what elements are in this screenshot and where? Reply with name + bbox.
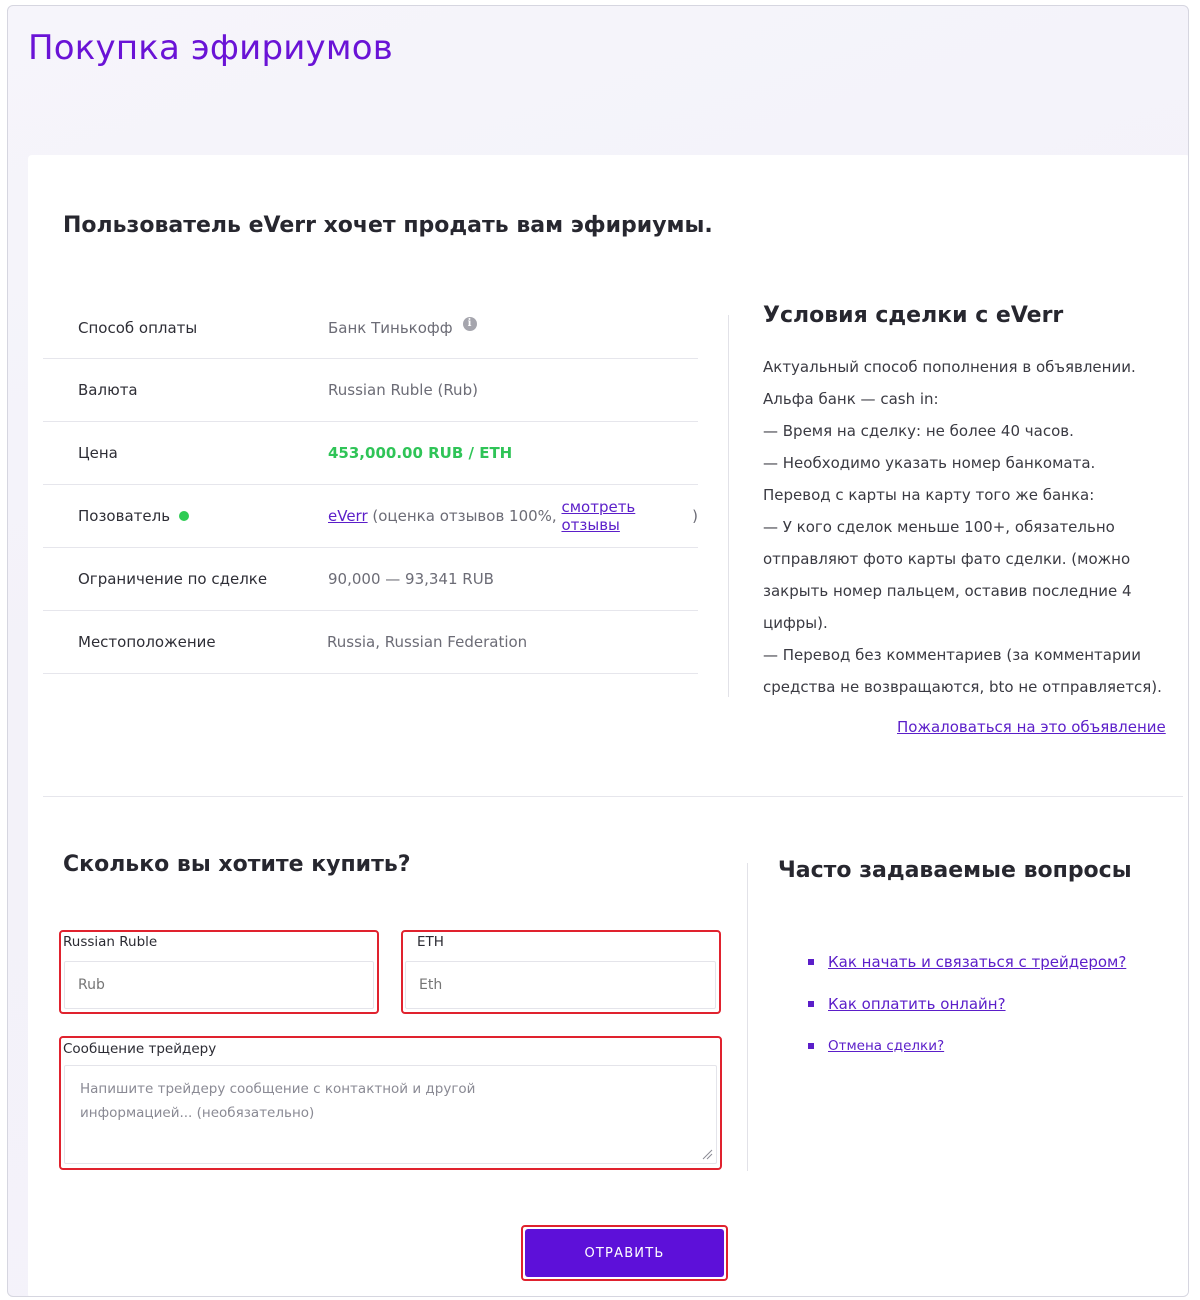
bullet-icon <box>808 1042 814 1049</box>
column-divider <box>728 315 729 697</box>
terms-heading: Условия сделки с eVerr <box>763 303 1064 328</box>
terms-body: Актуальный способ пополнения в объявлени… <box>763 351 1173 703</box>
user-label: Позователь <box>78 507 171 525</box>
limit-value: 90,000 — 93,341 RUB <box>328 570 494 588</box>
faq-heading: Часто задаваемые вопросы <box>778 858 1132 883</box>
payment-method-label: Способ оплаты <box>78 318 198 337</box>
user-value-wrap: eVerr (оценка отзывов 100%, смотреть отз… <box>328 498 698 534</box>
eth-field-group: ETH <box>401 930 721 1014</box>
currency-value: Russian Ruble (Rub) <box>328 381 478 399</box>
terms-line: — Перевод без комментариев (за комментар… <box>763 646 1162 696</box>
resize-handle-icon[interactable] <box>701 1148 713 1160</box>
terms-line: Перевод с карты на карту того же банка: <box>763 486 1095 504</box>
price-label: Цена <box>78 444 118 462</box>
location-label: Местоположение <box>78 633 216 651</box>
section-divider <box>43 796 1183 797</box>
detail-row-price: Цена 453,000.00 RUB / ETH <box>43 422 698 485</box>
page-title: Покупка эфириумов <box>28 28 393 68</box>
offer-heading: Пользователь eVerr хочет продать вам эфи… <box>63 213 713 238</box>
user-profile-link[interactable]: eVerr <box>328 507 368 525</box>
faq-link-cancel-deal[interactable]: Отмена сделки? <box>828 1038 944 1054</box>
faq-item: Как начать и связаться с трейдером? <box>808 951 1126 972</box>
user-label-wrap: Позователь <box>78 507 190 525</box>
info-icon[interactable]: i <box>462 316 477 331</box>
terms-line: — Время на сделку: не более 40 часов. <box>763 422 1074 440</box>
offer-card: Пользователь eVerr хочет продать вам эфи… <box>28 155 1188 1296</box>
message-field-group: Сообщение трейдеру Напишите трейдеру соо… <box>59 1036 722 1170</box>
submit-button-wrap: ОТРАВИТЬ <box>521 1225 728 1281</box>
message-textarea[interactable]: Напишите трейдеру сообщение с контактной… <box>64 1065 717 1164</box>
detail-row-payment-method: Способ оплаты Банк Тинькофф i <box>43 297 698 359</box>
terms-line: — У кого сделок меньше 100+, обязательно… <box>763 518 1132 632</box>
eth-amount-input[interactable] <box>405 961 716 1009</box>
faq-link-pay-online[interactable]: Как оплатить онлайн? <box>828 995 1006 1013</box>
detail-row-currency: Валюта Russian Ruble (Rub) <box>43 359 698 422</box>
faq-link-start[interactable]: Как начать и связаться с трейдером? <box>828 953 1126 971</box>
user-reviews-link[interactable]: смотреть отзывы <box>561 498 692 534</box>
faq-item: Как оплатить онлайн? <box>808 993 1126 1014</box>
faq-item: Отмена сделки? <box>808 1035 1126 1056</box>
message-placeholder: Напишите трейдеру сообщение с контактной… <box>80 1081 476 1121</box>
detail-row-user: Позователь eVerr (оценка отзывов 100%, с… <box>43 485 698 548</box>
bullet-icon <box>808 958 814 965</box>
terms-line: — Необходимо указать номер банкомата. <box>763 454 1096 472</box>
detail-row-location: Местоположение Russia, Russian Federatio… <box>43 611 698 674</box>
eth-field-label: ETH <box>417 934 444 950</box>
user-rating-suffix: ) <box>692 507 698 525</box>
payment-method-value-wrap: Банк Тинькофф i <box>328 316 477 337</box>
detail-row-limit: Ограничение по сделке 90,000 — 93,341 RU… <box>43 548 698 611</box>
terms-line: Актуальный способ пополнения в объявлени… <box>763 358 1136 376</box>
limit-label: Ограничение по сделке <box>78 570 268 588</box>
online-status-dot <box>179 511 190 521</box>
buy-heading: Сколько вы хотите купить? <box>63 852 411 877</box>
user-rating-prefix: (оценка отзывов 100%, <box>367 507 562 525</box>
currency-label: Валюта <box>78 381 138 399</box>
rub-field-label: Russian Ruble <box>63 934 158 950</box>
price-value: 453,000.00 RUB / ETH <box>328 444 513 462</box>
terms-line: Альфа банк — cash in: <box>763 390 939 408</box>
report-ad-link[interactable]: Пожаловаться на это объявление <box>897 718 1166 736</box>
bullet-icon <box>808 1000 814 1007</box>
offer-details-table: Способ оплаты Банк Тинькофф i Валюта Rus… <box>43 297 698 674</box>
faq-list: Как начать и связаться с трейдером? Как … <box>808 951 1126 1077</box>
submit-button[interactable]: ОТРАВИТЬ <box>525 1229 724 1277</box>
rub-field-group: Russian Ruble <box>59 930 379 1014</box>
page-frame: Покупка эфириумов Пользователь eVerr хоч… <box>7 5 1189 1297</box>
rub-amount-input[interactable] <box>64 961 374 1009</box>
location-value: Russia, Russian Federation <box>327 633 528 651</box>
payment-method-value: Банк Тинькофф <box>328 318 453 337</box>
form-column-divider <box>747 863 748 1171</box>
message-field-label: Сообщение трейдеру <box>63 1041 217 1057</box>
